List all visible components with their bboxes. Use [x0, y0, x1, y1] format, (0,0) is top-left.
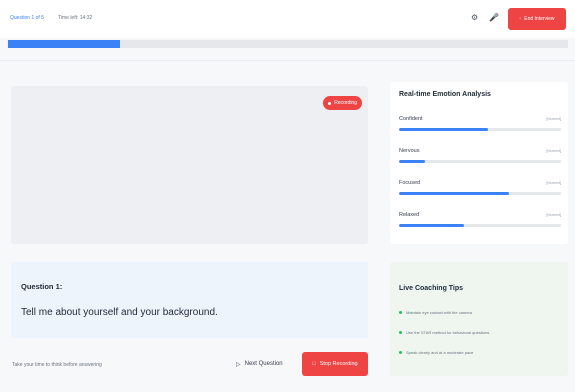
emotion-bar-fill	[399, 160, 425, 163]
tip-text: Speak clearly and at a moderate pace	[406, 350, 474, 355]
question-card: Question 1: Tell me about yourself and y…	[11, 262, 368, 338]
recording-badge: Recording	[323, 96, 362, 110]
stop-recording-label: Stop Recording	[319, 361, 358, 367]
timer: Time left: 14:32	[58, 15, 93, 21]
next-question-label: Next Question	[244, 361, 283, 367]
emotion-value: [blurred]	[546, 116, 561, 121]
record-dot-icon	[328, 101, 332, 105]
tips-title: Live Coaching Tips	[399, 285, 464, 292]
end-interview-label: End Interview	[524, 16, 555, 22]
divider	[0, 60, 575, 61]
emotion-name: Confident	[399, 116, 423, 122]
emotion-value: [blurred]	[546, 180, 561, 185]
settings-icon[interactable]: ⚙	[471, 14, 478, 22]
next-question-button[interactable]: ▷ Next Question	[236, 356, 283, 372]
emotion-bar	[399, 128, 561, 131]
stop-icon: □	[312, 361, 316, 367]
emotion-value: [blurred]	[546, 148, 561, 153]
emotion-bar	[399, 160, 561, 163]
emotion-row: Relaxed [blurred]	[399, 212, 561, 227]
coaching-tips-panel: Live Coaching Tips Maintain eye contact …	[390, 262, 568, 376]
emotion-bar	[399, 224, 561, 227]
emotion-value: [blurred]	[546, 212, 561, 217]
top-header: Question 1 of 5 Time left: 14:32 ⚙ 🎤 ▫ E…	[0, 0, 575, 38]
footer-hint: Take your time to think before answering	[12, 362, 102, 368]
tip-item: Speak clearly and at a moderate pace	[399, 350, 473, 355]
emotion-bar-fill	[399, 192, 510, 195]
end-interview-button[interactable]: ▫ End Interview	[508, 8, 566, 30]
emotion-row: Focused [blurred]	[399, 180, 561, 195]
emotion-bar-fill	[399, 224, 464, 227]
video-preview: Recording	[11, 86, 368, 244]
progress-fill	[8, 40, 120, 48]
emotion-panel-title: Real-time Emotion Analysis	[399, 91, 491, 98]
tip-item: Maintain eye contact with the camera	[399, 310, 472, 315]
emotion-name: Nervous	[399, 148, 420, 154]
emotion-row: Nervous [blurred]	[399, 148, 561, 163]
mic-icon[interactable]: 🎤	[489, 14, 499, 22]
bullet-icon	[399, 311, 402, 314]
question-text: Tell me about yourself and your backgrou…	[21, 307, 218, 318]
emotion-name: Relaxed	[399, 212, 420, 218]
bullet-icon	[399, 351, 402, 354]
emotion-analysis-panel: Real-time Emotion Analysis Confident [bl…	[390, 82, 568, 244]
question-title: Question 1:	[21, 282, 63, 291]
emotion-bar-fill	[399, 128, 489, 131]
emotion-row: Confident [blurred]	[399, 116, 561, 131]
recording-label: Recording	[334, 100, 357, 106]
interview-progress-bar	[8, 40, 568, 48]
emotion-name: Focused	[399, 180, 421, 186]
exit-icon: ▫	[519, 16, 522, 22]
emotion-bar	[399, 192, 561, 195]
stop-recording-button[interactable]: □ Stop Recording	[302, 352, 368, 376]
skip-icon: ▷	[236, 361, 241, 368]
question-counter: Question 1 of 5	[10, 15, 44, 21]
bullet-icon	[399, 331, 402, 334]
tip-item: Use the STAR method for behavioral quest…	[399, 330, 489, 335]
tip-text: Use the STAR method for behavioral quest…	[406, 330, 490, 335]
tip-text: Maintain eye contact with the camera	[406, 310, 473, 315]
